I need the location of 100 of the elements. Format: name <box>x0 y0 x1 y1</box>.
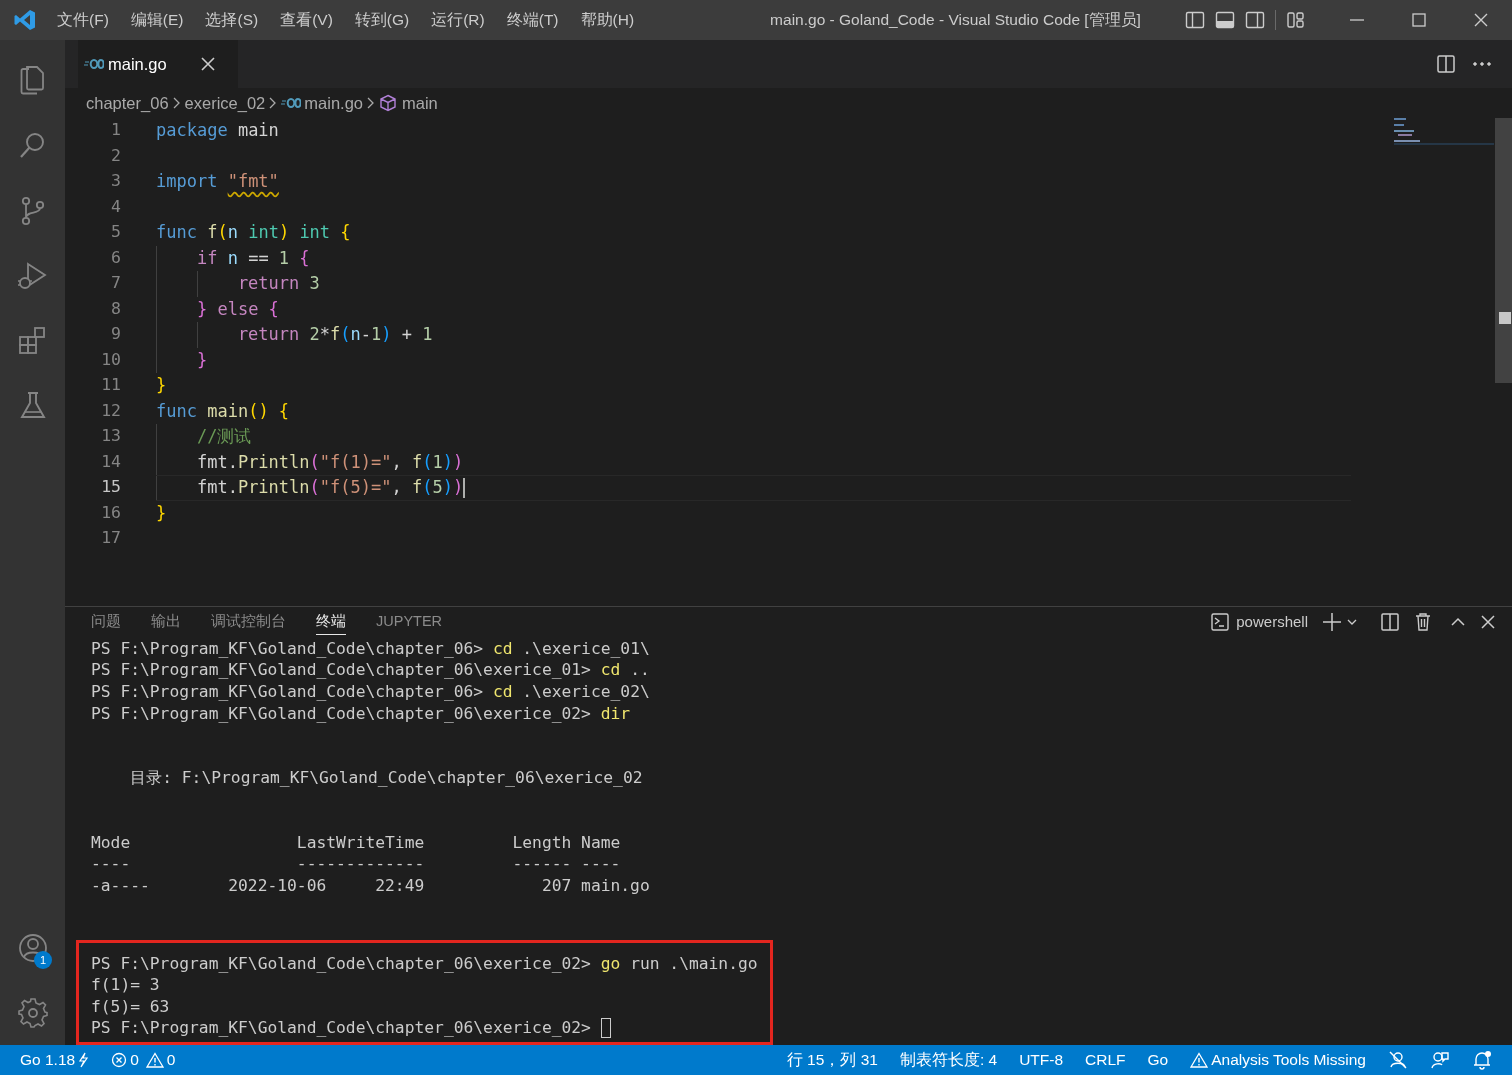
terminal-line: PS F:\Program_KF\Goland_Code\chapter_06> cd .\exerice_02\ <box>91 681 650 703</box>
menu-item[interactable]: 文件(F) <box>47 8 119 32</box>
problems-item[interactable]: 0 0 <box>111 1048 176 1072</box>
terminal-line: PS F:\Program_KF\Goland_Code\chapter_06> cd .\exerice_01\ <box>91 637 650 660</box>
trash-icon[interactable] <box>1414 611 1432 632</box>
panel-tab[interactable]: JUPYTER <box>376 608 443 635</box>
menu-item[interactable]: 编辑(E) <box>120 8 194 32</box>
line-number: 7 <box>110 272 121 295</box>
split-editor-icon[interactable] <box>1436 54 1456 74</box>
panel-tab[interactable]: 调试控制台 <box>211 608 286 635</box>
panel-tab[interactable]: 问题 <box>91 608 121 635</box>
line-number: 1 <box>110 119 121 142</box>
code-line: func main() { <box>156 399 290 423</box>
menu-item[interactable]: 终端(T) <box>496 8 569 32</box>
scrollbar-thumb[interactable] <box>1495 118 1512 383</box>
code-line: func f(n int) int { <box>156 221 351 244</box>
line-number: 15 <box>100 476 121 499</box>
analysis-tools-item[interactable]: Analysis Tools Missing <box>1190 1048 1366 1072</box>
breadcrumb-item[interactable]: main <box>402 90 438 116</box>
breadcrumb-item[interactable]: exerice_02 <box>184 90 266 116</box>
code-line: } <box>156 374 167 397</box>
bolt-icon <box>77 1052 90 1068</box>
go-version-item[interactable]: Go 1.18 <box>20 1048 90 1072</box>
line-number: 4 <box>110 195 121 218</box>
feedback-icon[interactable] <box>1430 1050 1450 1070</box>
code-line: } <box>195 348 208 372</box>
menu-item[interactable]: 帮助(H) <box>570 8 645 32</box>
breadcrumb-item[interactable]: main.go <box>304 90 363 116</box>
close-icon[interactable] <box>1480 613 1496 630</box>
terminal-line: Mode LastWriteTime Length Name <box>91 831 621 854</box>
account-icon[interactable] <box>16 931 49 964</box>
secondary-sidebar-icon[interactable] <box>1245 10 1265 30</box>
line-number: 12 <box>100 399 121 422</box>
line-number: 14 <box>100 450 121 473</box>
code-line: return 3 <box>236 272 320 295</box>
code-line: //测试 <box>195 425 252 448</box>
line-number: 2 <box>110 144 121 167</box>
line-number: 16 <box>100 501 121 524</box>
terminal-line: PS F:\Program_KF\Goland_Code\chapter_06\exerice_02> <box>91 1017 592 1039</box>
terminal-line: f(5)= 63 <box>91 995 170 1018</box>
terminal-line: PS F:\Program_KF\Goland_Code\chapter_06\exerice_02> go run .\main.go <box>91 952 758 975</box>
menu-item[interactable]: 选择(S) <box>195 8 269 32</box>
status-item[interactable]: 行 15，列 31 <box>786 1048 878 1072</box>
line-number: 5 <box>110 221 121 244</box>
sidebar-toggle-icon[interactable] <box>1185 10 1205 30</box>
panel-tab[interactable]: 终端 <box>316 608 346 635</box>
window-title: main.go - Goland_Code - Visual Studio Code [管理员] <box>769 10 1142 31</box>
code-line: import "fmt" <box>156 170 279 193</box>
terminal-line: -a---- 2022-10-06 22:49 207 main.go <box>91 875 650 897</box>
tab-label: main.go <box>108 53 167 75</box>
menu-item[interactable]: 查看(V) <box>270 8 343 32</box>
status-item[interactable]: UTF-8 <box>1019 1048 1064 1072</box>
terminal-icon <box>1210 611 1231 632</box>
code-line: fmt.Println("f(5)=", f(5)) <box>195 476 464 499</box>
layout-icon[interactable] <box>1286 10 1306 30</box>
account-off-icon[interactable] <box>1388 1050 1408 1070</box>
breadcrumb-item[interactable]: chapter_06 <box>86 90 169 116</box>
status-item[interactable]: Go <box>1147 1048 1169 1072</box>
file-icon <box>84 58 104 70</box>
line-number: 10 <box>100 348 121 371</box>
code-line: package main <box>156 119 279 142</box>
code-line: if n == 1 { <box>195 246 310 270</box>
terminal-name: powershell <box>1236 611 1308 632</box>
code-line: } <box>156 501 167 525</box>
error-icon <box>111 1052 128 1068</box>
menu-item[interactable]: 运行(R) <box>421 8 495 32</box>
cube-icon <box>379 94 397 112</box>
bell-icon[interactable] <box>1472 1050 1492 1070</box>
plus-icon[interactable] <box>1322 611 1342 632</box>
code-line: fmt.Println("f(1)=", f(1)) <box>195 450 464 474</box>
file-icon <box>281 97 302 109</box>
app-logo-icon <box>13 8 37 32</box>
terminal-selector[interactable]: powershell <box>1210 610 1308 634</box>
panel-tab[interactable]: 输出 <box>151 608 181 635</box>
terminal-line: PS F:\Program_KF\Goland_Code\chapter_06\exerice_02> dir <box>91 702 631 725</box>
status-item[interactable]: 制表符长度: 4 <box>899 1048 998 1072</box>
close-icon <box>201 57 215 71</box>
menu-item[interactable]: 转到(G) <box>344 8 420 32</box>
chevron-right-icon <box>366 96 376 110</box>
line-number: 9 <box>110 323 121 346</box>
line-number: 3 <box>110 170 121 193</box>
panel-toggle-icon[interactable] <box>1215 10 1235 30</box>
split-terminal-icon[interactable] <box>1380 611 1400 632</box>
status-item[interactable]: CRLF <box>1085 1048 1126 1072</box>
line-number: 8 <box>110 297 121 320</box>
file-tab[interactable]: main.go <box>78 40 238 88</box>
settings-icon[interactable] <box>16 996 49 1029</box>
terminal-line: PS F:\Program_KF\Goland_Code\chapter_06\exerice_01> cd .. <box>91 659 650 682</box>
maximize-icon <box>1411 12 1427 28</box>
line-number: 13 <box>100 425 121 448</box>
terminal-line: 目录: F:\Program_KF\Goland_Code\chapter_06\exerice_02 <box>129 767 643 789</box>
minimize-icon <box>1349 19 1365 21</box>
code-line: return 2*f(n-1) + 1 <box>236 323 433 346</box>
warning-icon <box>145 1052 164 1068</box>
text-cursor <box>463 477 466 498</box>
warning-icon <box>1190 1052 1209 1068</box>
terminal-line: f(1)= 3 <box>91 974 160 996</box>
scroll-position-marker <box>1499 312 1511 324</box>
chevron-right-icon <box>171 96 182 110</box>
close-icon <box>1473 12 1489 28</box>
